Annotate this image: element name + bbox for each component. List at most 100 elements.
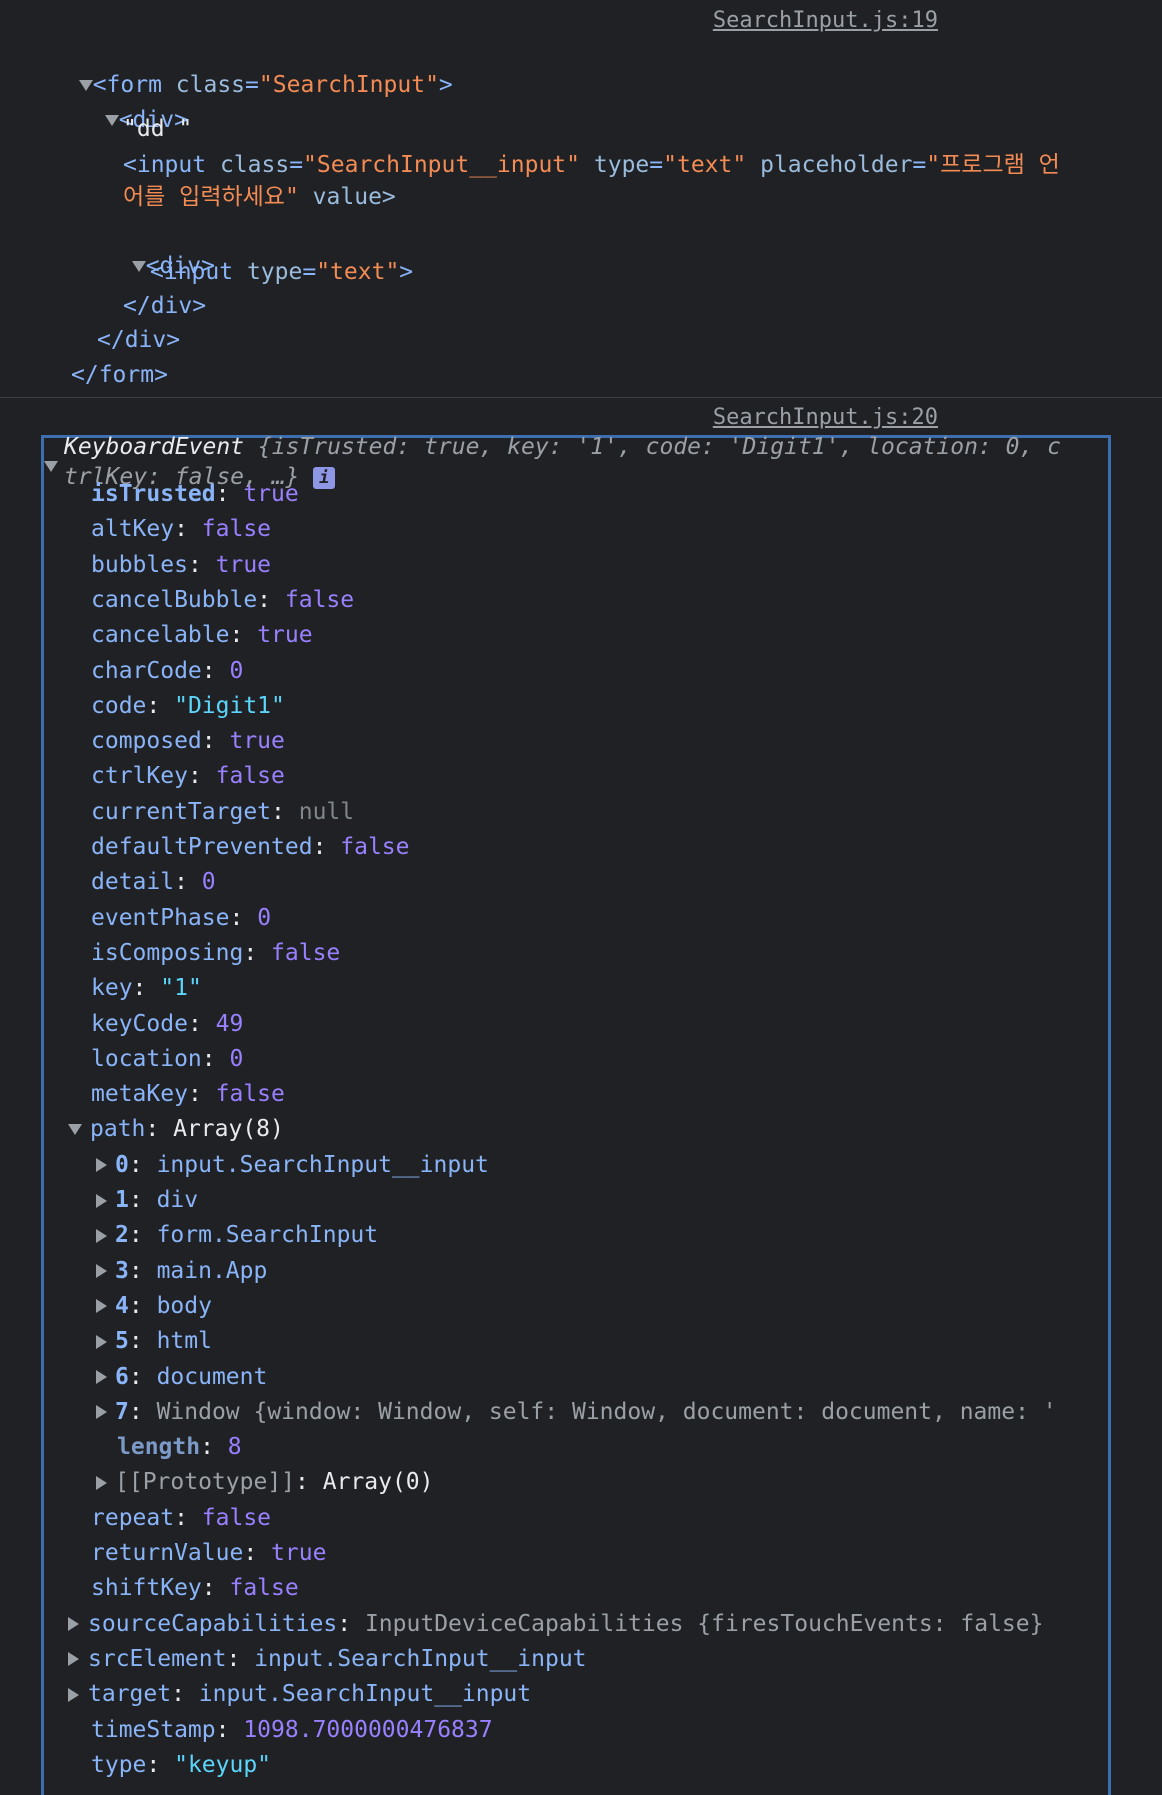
expand-triangle-icon[interactable] xyxy=(96,1334,107,1349)
path-item-7[interactable]: 7: Window {window: Window, self: Window,… xyxy=(96,1397,1057,1427)
prop-value: 0 xyxy=(201,869,216,896)
expand-triangle-icon[interactable] xyxy=(96,1370,107,1384)
prop-sep: : xyxy=(201,1575,230,1602)
prop-key: detail xyxy=(91,869,175,896)
prop-row-keyCode[interactable]: keyCode: 49 xyxy=(91,1009,243,1039)
prop-row-code[interactable]: code: "Digit1" xyxy=(91,691,285,721)
path-item-6[interactable]: 6: document xyxy=(96,1362,267,1392)
prop-key: sourceCapabilities xyxy=(88,1610,338,1637)
prop-row-detail[interactable]: detail: 0 xyxy=(91,867,216,897)
prop-key: target xyxy=(88,1681,172,1708)
array-value: div xyxy=(156,1187,199,1213)
prop-row-ctrlKey[interactable]: ctrlKey: false xyxy=(91,761,285,791)
event-summary-line1[interactable]: KeyboardEvent {isTrusted: true, key: '1'… xyxy=(64,432,1061,462)
prop-row-returnValue[interactable]: returnValue: true xyxy=(91,1538,326,1568)
prop-row-cancelBubble[interactable]: cancelBubble: false xyxy=(91,585,354,615)
prop-value: true xyxy=(243,481,299,507)
path-length: length: 8 xyxy=(117,1432,242,1462)
inner-div-close: </div> xyxy=(123,293,207,319)
prop-key: repeat xyxy=(91,1504,175,1531)
prop-value: 0 xyxy=(257,904,272,931)
prop-value: false xyxy=(201,516,272,543)
path-prototype[interactable]: [[Prototype]]: Array(0) xyxy=(96,1467,434,1497)
prop-row-path[interactable]: path: Array(8) xyxy=(68,1114,284,1144)
prop-sep: : xyxy=(243,939,272,966)
prop-sep: : xyxy=(174,516,202,543)
prop-row-shiftKey[interactable]: shiftKey: false xyxy=(91,1573,299,1603)
path-item-2[interactable]: 2: form.SearchInput xyxy=(96,1220,378,1250)
prop-row-isComposing[interactable]: isComposing: false xyxy=(91,938,340,968)
prop-sep: : xyxy=(201,1045,230,1072)
expand-triangle-icon[interactable] xyxy=(96,1193,107,1208)
prop-sep: : xyxy=(174,869,202,896)
path-item-1[interactable]: 1: div xyxy=(96,1185,198,1215)
info-icon[interactable]: i xyxy=(313,466,336,489)
prop-row-charCode[interactable]: charCode: 0 xyxy=(91,656,243,686)
prop-row-altKey[interactable]: altKey: false xyxy=(91,514,271,544)
expand-triangle-icon[interactable] xyxy=(96,1158,107,1173)
prop-value: 0 xyxy=(229,1045,244,1072)
prop-sep: : xyxy=(312,834,341,860)
prop-key: composed xyxy=(91,728,202,755)
prop-key: srcElement xyxy=(88,1645,227,1672)
prop-row-srcElement[interactable]: srcElement: input.SearchInput__input xyxy=(68,1644,587,1674)
prop-sep: : xyxy=(128,1222,157,1249)
input-node-line2[interactable]: 어를 입력하세요" value> xyxy=(123,182,396,212)
source-link-19[interactable]: SearchInput.js:19 xyxy=(713,6,938,36)
path-item-3[interactable]: 3: main.App xyxy=(96,1256,267,1286)
prop-row-cancelable[interactable]: cancelable: true xyxy=(91,620,313,650)
expand-triangle-icon[interactable] xyxy=(68,1617,79,1632)
array-value: Window {window: Window, self: Window, do… xyxy=(156,1398,1057,1425)
prop-sep: : xyxy=(226,1645,255,1672)
prop-sep: : xyxy=(201,657,230,684)
array-index: 2 xyxy=(115,1222,129,1249)
prop-sep: : xyxy=(215,1716,244,1743)
expand-triangle-icon[interactable] xyxy=(104,115,119,126)
expand-triangle-icon[interactable] xyxy=(96,1264,107,1279)
prop-row-location[interactable]: location: 0 xyxy=(91,1044,243,1074)
prop-sep: : xyxy=(146,1751,175,1778)
expand-triangle-icon[interactable] xyxy=(96,1228,107,1243)
prop-value: InputDeviceCapabilities {firesTouchEvent… xyxy=(364,1610,1044,1637)
prop-row-composed[interactable]: composed: true xyxy=(91,726,285,756)
prop-row-defaultPrevented[interactable]: defaultPrevented: false xyxy=(91,832,410,862)
prop-row-bubbles[interactable]: bubbles: true xyxy=(91,550,271,580)
expand-triangle-icon[interactable] xyxy=(96,1475,107,1490)
prop-row-isTrusted[interactable]: isTrusted: true xyxy=(91,479,299,509)
collapse-triangle-icon[interactable] xyxy=(44,461,58,472)
collapse-triangle-icon[interactable] xyxy=(68,1124,82,1136)
prop-row-sourceCapabilities[interactable]: sourceCapabilities: InputDeviceCapabilit… xyxy=(68,1609,1043,1639)
prop-row-key[interactable]: key: "1" xyxy=(91,973,202,1003)
prop-row-type[interactable]: type: "keyup" xyxy=(91,1750,271,1780)
prop-sep: : xyxy=(174,1504,202,1531)
expand-triangle-icon[interactable] xyxy=(68,1652,79,1667)
prop-key: metaKey xyxy=(91,1081,188,1108)
prop-sep: : xyxy=(257,586,285,613)
prop-row-target[interactable]: target: input.SearchInput__input xyxy=(68,1679,531,1709)
prop-sep: : xyxy=(128,1292,157,1319)
expand-triangle-icon[interactable] xyxy=(68,1687,79,1702)
input-node-line1[interactable]: <input class="SearchInput__input" type="… xyxy=(123,150,1060,180)
div-close: </div> xyxy=(97,327,181,353)
prop-row-eventPhase[interactable]: eventPhase: 0 xyxy=(91,903,271,933)
prop-sep: : xyxy=(337,1610,365,1637)
expand-triangle-icon[interactable] xyxy=(96,1299,107,1314)
prop-key: returnValue xyxy=(91,1540,244,1566)
path-item-4[interactable]: 4: body xyxy=(96,1291,212,1321)
array-value: input.SearchInput__input xyxy=(156,1151,489,1178)
prop-row-timeStamp[interactable]: timeStamp: 1098.7000000476837 xyxy=(91,1715,493,1745)
source-link-20[interactable]: SearchInput.js:20 xyxy=(713,403,938,433)
prop-row-currentTarget[interactable]: currentTarget: null xyxy=(91,797,354,827)
array-index: 0 xyxy=(115,1151,129,1178)
prop-key: key xyxy=(91,975,133,1002)
prop-row-repeat[interactable]: repeat: false xyxy=(91,1503,271,1533)
expand-triangle-icon[interactable] xyxy=(131,261,146,272)
path-item-0[interactable]: 0: input.SearchInput__input xyxy=(96,1150,489,1180)
path-item-5[interactable]: 5: html xyxy=(96,1326,212,1356)
inner-input-node[interactable]: <input type="text"> xyxy=(150,257,413,287)
prop-value: true xyxy=(257,622,313,649)
prop-row-metaKey[interactable]: metaKey: false xyxy=(91,1079,285,1109)
prop-sep: : xyxy=(187,1010,216,1037)
expand-triangle-icon[interactable] xyxy=(96,1405,107,1420)
array-value: form.SearchInput xyxy=(156,1222,379,1249)
